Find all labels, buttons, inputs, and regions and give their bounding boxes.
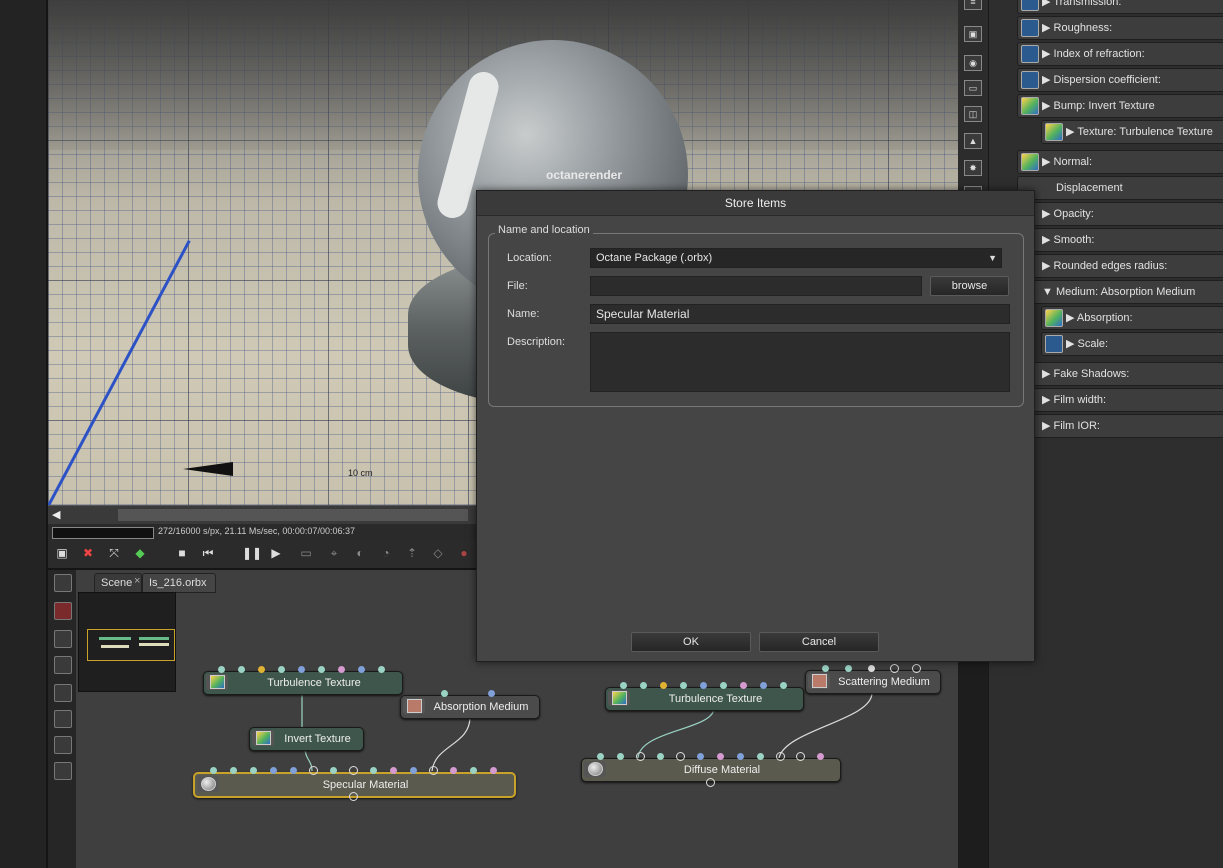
node-pin[interactable] — [258, 666, 265, 673]
node-pin[interactable] — [488, 690, 495, 697]
node-label: Absorption Medium — [433, 701, 529, 713]
node-pin[interactable] — [441, 690, 448, 697]
texture-icon — [252, 730, 274, 746]
node-pin[interactable] — [740, 682, 747, 689]
medium-icon — [808, 673, 830, 689]
node-pin[interactable] — [780, 682, 787, 689]
node-pin[interactable] — [912, 664, 921, 673]
node-pin[interactable] — [737, 753, 744, 760]
node-pin[interactable] — [390, 767, 397, 774]
node-pin[interactable] — [218, 666, 225, 673]
node-pin[interactable] — [760, 682, 767, 689]
node-pin[interactable] — [210, 767, 217, 774]
node-pin[interactable] — [278, 666, 285, 673]
cancel-button[interactable]: Cancel — [759, 632, 879, 652]
node-pin[interactable] — [640, 682, 647, 689]
node-pin[interactable] — [817, 753, 824, 760]
node-pin[interactable] — [238, 666, 245, 673]
node-label: Scattering Medium — [838, 676, 930, 688]
dialog-title: Store Items — [477, 191, 1034, 216]
file-label: File: — [507, 280, 528, 292]
material-sphere-icon — [197, 776, 219, 792]
node-pin[interactable] — [349, 766, 358, 775]
node-pin[interactable] — [868, 665, 875, 672]
node-pin[interactable] — [717, 753, 724, 760]
description-field[interactable] — [590, 332, 1010, 392]
node-pin[interactable] — [617, 753, 624, 760]
node-pin[interactable] — [680, 682, 687, 689]
node-pin[interactable] — [358, 666, 365, 673]
location-select[interactable]: Octane Package (.orbx) ▼ — [590, 248, 1002, 268]
node-pin[interactable] — [822, 665, 829, 672]
node-turbulence-texture-left[interactable]: Turbulence Texture — [203, 671, 403, 695]
node-pin[interactable] — [597, 753, 604, 760]
node-pin[interactable] — [330, 767, 337, 774]
node-label: Turbulence Texture — [267, 677, 361, 689]
texture-icon — [206, 674, 228, 690]
node-pin[interactable] — [290, 767, 297, 774]
node-pin[interactable] — [700, 682, 707, 689]
node-pin[interactable] — [230, 767, 237, 774]
node-turbulence-texture-right[interactable]: Turbulence Texture — [605, 687, 804, 711]
node-pin[interactable] — [309, 766, 318, 775]
node-pin[interactable] — [470, 767, 477, 774]
medium-icon — [403, 698, 425, 714]
node-pin[interactable] — [429, 766, 438, 775]
node-pin[interactable] — [450, 767, 457, 774]
texture-icon — [608, 690, 630, 706]
node-label: Invert Texture — [284, 733, 351, 745]
node-label: Specular Material — [322, 779, 409, 791]
node-pin[interactable] — [676, 752, 685, 761]
group-title: Name and location — [495, 224, 593, 236]
location-label: Location: — [507, 252, 552, 264]
node-pin[interactable] — [720, 682, 727, 689]
node-pin[interactable] — [250, 767, 257, 774]
node-pin[interactable] — [490, 767, 497, 774]
node-pin[interactable] — [706, 778, 715, 787]
node-pin[interactable] — [660, 682, 667, 689]
store-items-dialog: Store Items Name and location Location: … — [476, 190, 1035, 662]
node-pin[interactable] — [796, 752, 805, 761]
node-pin[interactable] — [270, 767, 277, 774]
ok-button[interactable]: OK — [631, 632, 751, 652]
node-label: Turbulence Texture — [668, 693, 763, 705]
node-label: Diffuse Material — [683, 764, 761, 776]
node-pin[interactable] — [370, 767, 377, 774]
node-pin[interactable] — [298, 666, 305, 673]
node-pin[interactable] — [338, 666, 345, 673]
material-sphere-icon — [584, 761, 606, 777]
node-pin[interactable] — [636, 752, 645, 761]
node-absorption-medium[interactable]: Absorption Medium — [400, 695, 540, 719]
node-scattering-medium[interactable]: Scattering Medium — [805, 670, 941, 694]
node-pin[interactable] — [378, 666, 385, 673]
chevron-down-icon: ▼ — [988, 253, 997, 263]
file-field[interactable] — [590, 276, 922, 296]
node-pin[interactable] — [845, 665, 852, 672]
node-pin[interactable] — [776, 752, 785, 761]
node-pin[interactable] — [318, 666, 325, 673]
node-pin[interactable] — [757, 753, 764, 760]
node-pin[interactable] — [890, 664, 899, 673]
location-value: Octane Package (.orbx) — [596, 252, 713, 264]
node-pin[interactable] — [410, 767, 417, 774]
name-label: Name: — [507, 308, 540, 320]
node-pin[interactable] — [349, 792, 358, 801]
node-pin[interactable] — [697, 753, 704, 760]
description-label: Description: — [507, 336, 566, 348]
node-invert-texture[interactable]: Invert Texture — [249, 727, 364, 751]
browse-button[interactable]: browse — [930, 276, 1009, 296]
node-pin[interactable] — [620, 682, 627, 689]
node-pin[interactable] — [657, 753, 664, 760]
name-field[interactable]: Specular Material — [590, 304, 1010, 324]
